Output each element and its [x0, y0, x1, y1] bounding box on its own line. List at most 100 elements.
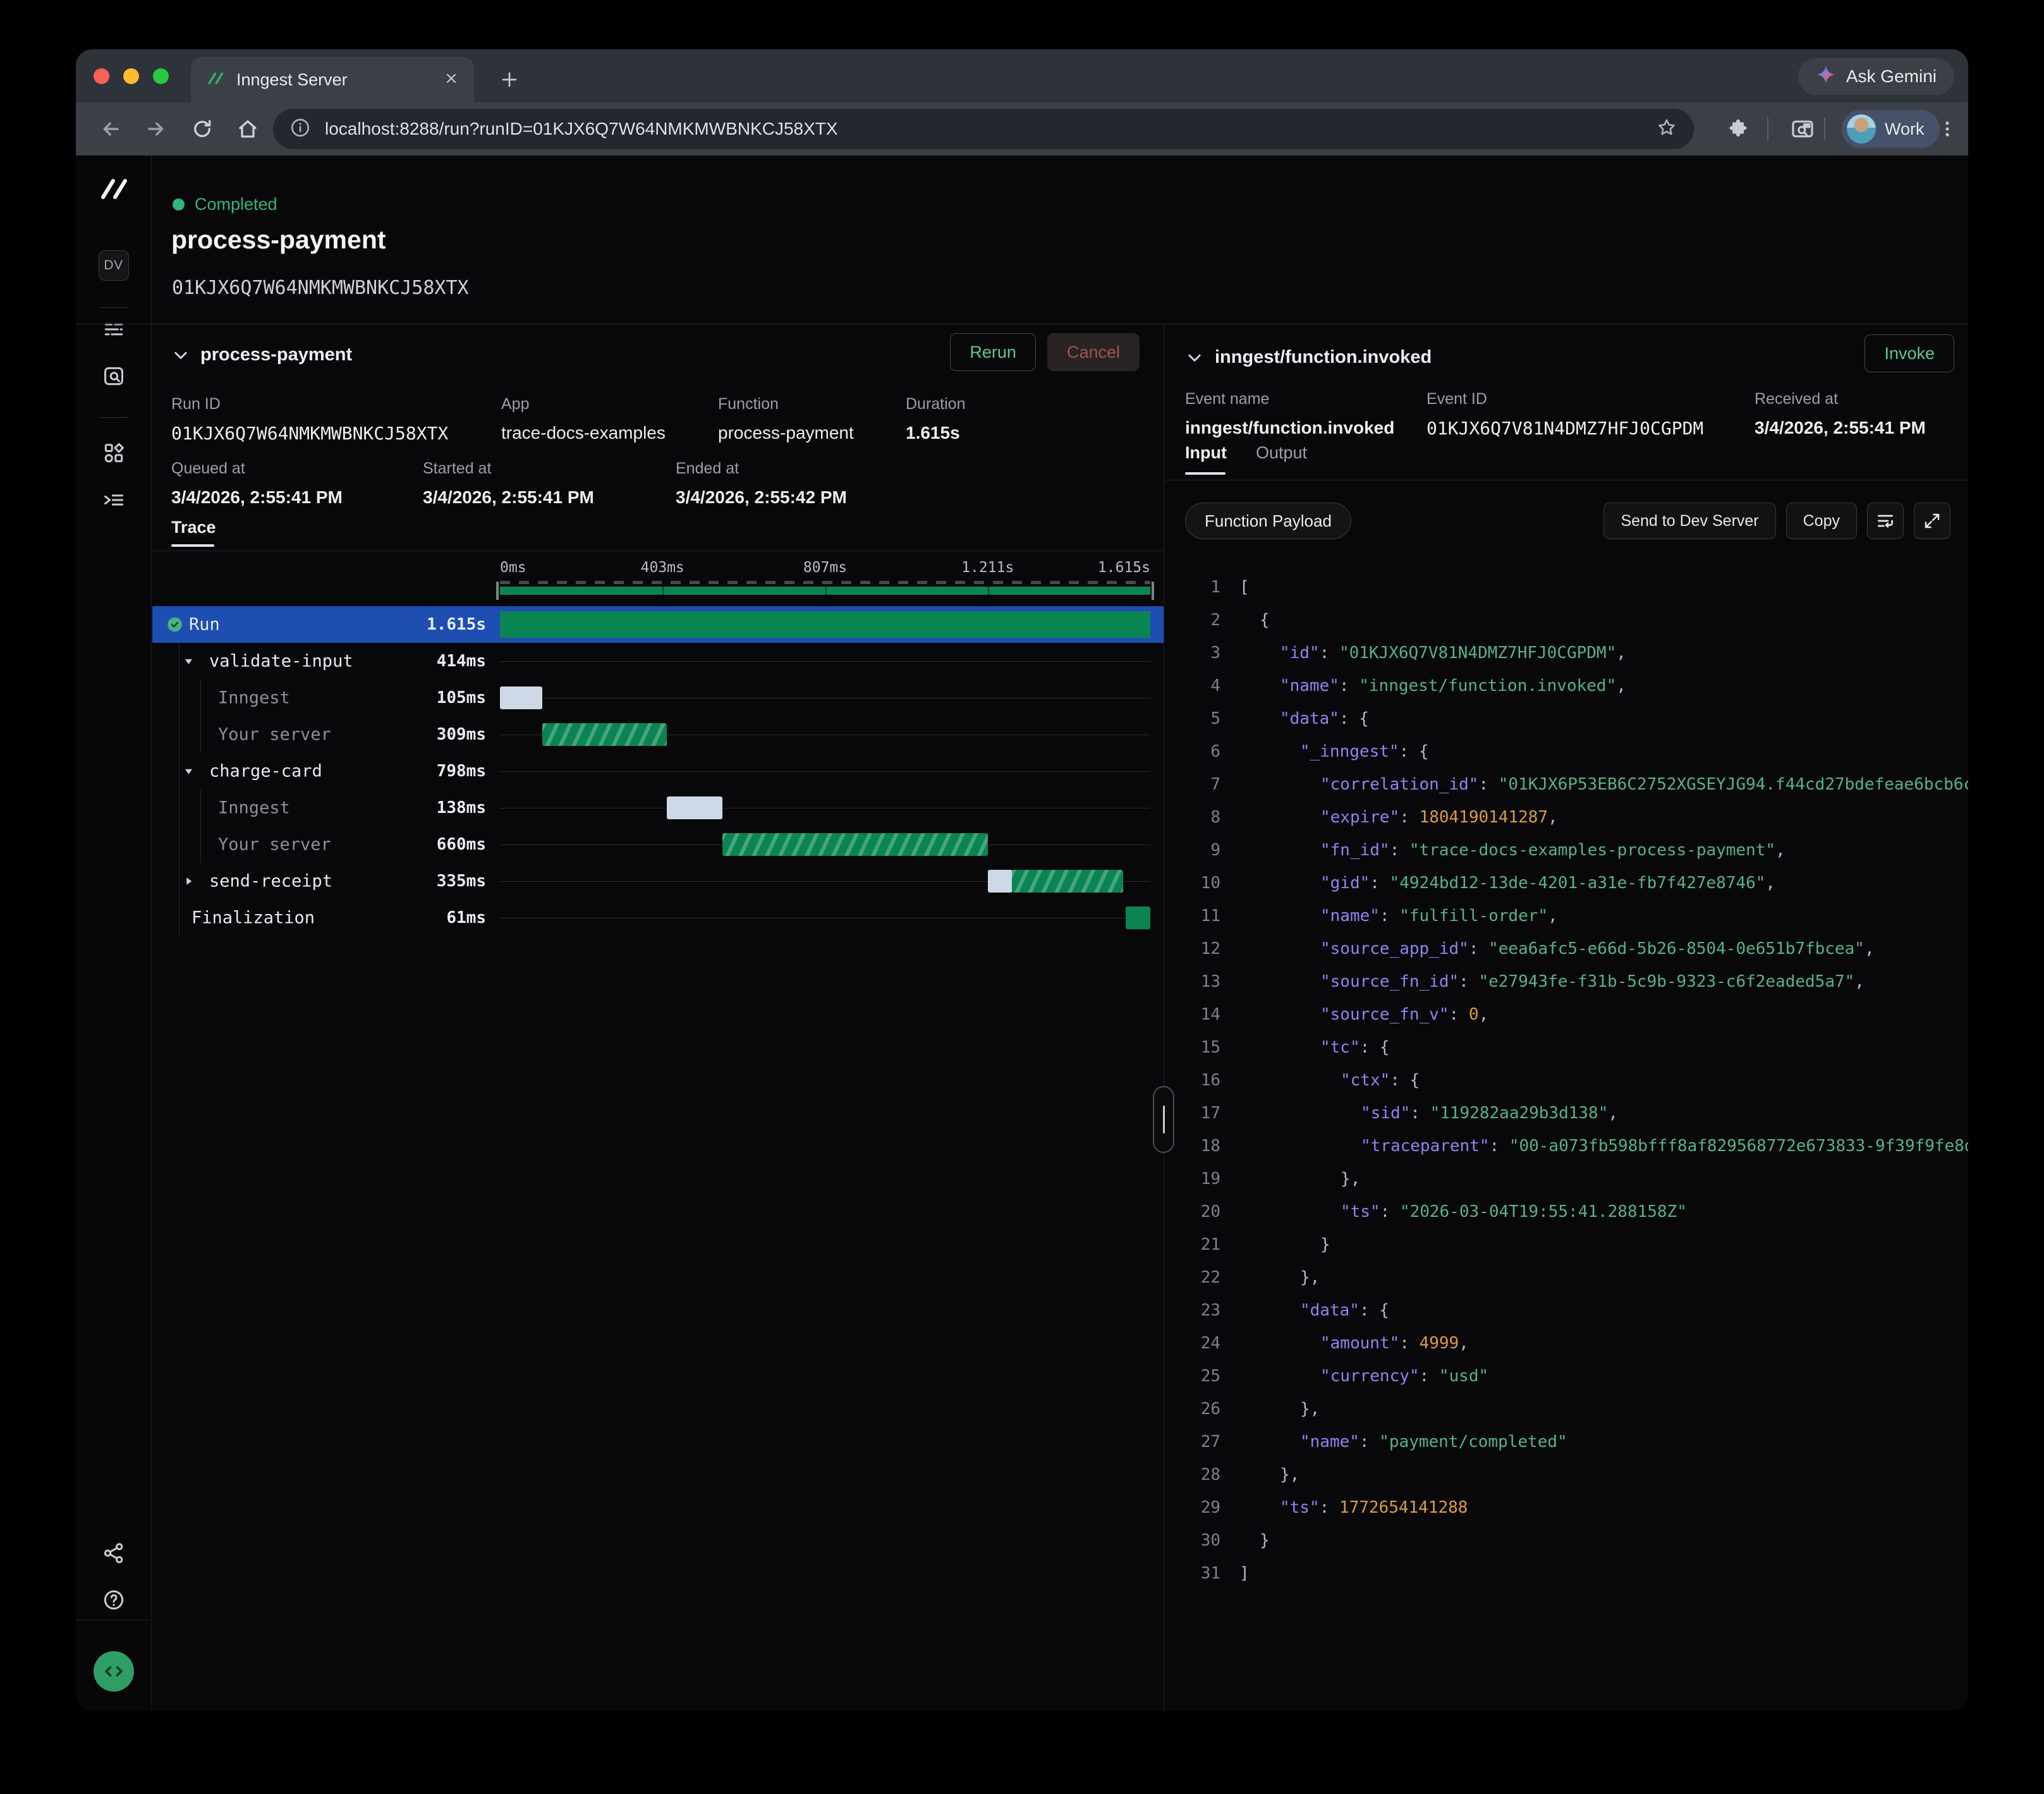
home-icon[interactable]	[236, 118, 259, 140]
run-details-panel: process-payment Rerun Cancel Run ID 01KJ…	[152, 324, 1164, 1711]
tab-trace[interactable]: Trace	[171, 518, 216, 537]
code-line: 1[	[1185, 571, 1968, 604]
run-header: Completed process-payment 01KJX6Q7W64NMK…	[152, 156, 1968, 324]
app-badge[interactable]: DV	[99, 250, 129, 281]
trace-row-inngest[interactable]: Inngest105ms	[152, 680, 1164, 716]
runs-icon[interactable]	[102, 317, 126, 341]
code-line: 19},	[1185, 1162, 1968, 1195]
chevron-right-icon[interactable]	[184, 877, 193, 886]
reload-icon[interactable]	[191, 118, 214, 140]
trace-time-axis: 0ms403ms807ms1.211s1.615s	[500, 557, 1150, 576]
code-line: 30}	[1185, 1524, 1968, 1557]
function-payload-button[interactable]: Function Payload	[1185, 503, 1351, 539]
browser-tab[interactable]: Inngest Server	[191, 57, 474, 102]
collapse-event-icon[interactable]	[1185, 348, 1204, 370]
code-line: 25"currency": "usd"	[1185, 1360, 1968, 1393]
line-number: 29	[1185, 1498, 1220, 1517]
app-sidebar: DV	[76, 156, 152, 1711]
tab-input[interactable]: Input	[1185, 443, 1227, 463]
line-number: 8	[1185, 808, 1220, 827]
axis-tick-label: 403ms	[641, 559, 684, 576]
run-section-title: process-payment	[200, 345, 352, 365]
function-link[interactable]: process-payment	[718, 423, 854, 443]
cancel-button[interactable]: Cancel	[1047, 333, 1140, 371]
trace-step-name: Inngest	[218, 798, 290, 818]
tab-search-icon[interactable]	[1790, 116, 1815, 142]
profile-chip[interactable]: Work	[1842, 110, 1940, 148]
payload-code-editor[interactable]: 1[2{3"id": "01KJX6Q7V81N4DMZ7HFJ0CGPDM",…	[1185, 571, 1968, 1590]
chevron-down-icon[interactable]	[184, 767, 193, 776]
close-window-button[interactable]	[94, 68, 109, 84]
trace-row-run[interactable]: Run1.615s	[152, 606, 1164, 643]
line-number: 20	[1185, 1202, 1220, 1221]
trace-bar	[1012, 870, 1122, 893]
code-line: 10"gid": "4924bd12-13de-4201-a31e-fb7f42…	[1185, 867, 1968, 900]
status-label: Completed	[195, 195, 277, 214]
code-line: 3"id": "01KJX6Q7V81N4DMZ7HFJ0CGPDM",	[1185, 637, 1968, 669]
zoom-window-button[interactable]	[153, 68, 169, 84]
close-tab-icon[interactable]	[444, 71, 459, 89]
new-tab-button[interactable]	[493, 63, 526, 96]
share-feedback-icon[interactable]	[102, 1541, 126, 1565]
apps-icon[interactable]	[102, 441, 126, 465]
back-icon[interactable]	[99, 117, 123, 141]
inngest-logo-icon[interactable]	[97, 176, 130, 202]
line-number: 21	[1185, 1235, 1220, 1254]
browser-toolbar: localhost:8288/run?runID=01KJX6Q7W64NMKM…	[76, 102, 1968, 156]
forward-icon[interactable]	[144, 117, 168, 141]
event-search-icon[interactable]	[102, 364, 126, 388]
help-icon[interactable]	[102, 1588, 126, 1612]
trace-tab-underline	[171, 544, 214, 547]
trace-row-charge-card[interactable]: charge-card798ms	[152, 753, 1164, 790]
site-info-icon[interactable]	[289, 117, 311, 142]
bookmark-star-icon[interactable]	[1656, 117, 1677, 142]
browser-menu-icon[interactable]	[1937, 118, 1958, 140]
line-number: 2	[1185, 611, 1220, 630]
sidebar-divider	[100, 307, 128, 308]
code-line: 13"source_fn_id": "e27943fe-f31b-5c9b-93…	[1185, 965, 1968, 998]
copy-button[interactable]: Copy	[1786, 503, 1857, 539]
trace-row-validate-input[interactable]: validate-input414ms	[152, 643, 1164, 680]
extensions-icon[interactable]	[1727, 118, 1749, 140]
ask-gemini-button[interactable]: Ask Gemini	[1798, 58, 1954, 95]
trace-step-name: Your server	[218, 725, 331, 745]
trace-row-inngest[interactable]: Inngest138ms	[152, 790, 1164, 826]
code-line: 23"data": {	[1185, 1294, 1968, 1327]
send-to-dev-server-button[interactable]: Send to Dev Server	[1603, 503, 1775, 539]
invoke-button[interactable]: Invoke	[1865, 334, 1954, 372]
run-status: Completed	[173, 195, 277, 214]
panel-resize-handle[interactable]	[1153, 1086, 1174, 1153]
url-bar[interactable]: localhost:8288/run?runID=01KJX6Q7W64NMKM…	[273, 109, 1694, 149]
word-wrap-button[interactable]	[1867, 503, 1904, 539]
code-line: 11"name": "fulfill-order",	[1185, 900, 1968, 932]
code-line: 7"correlation_id": "01KJX6P53EB6C2752XGS…	[1185, 768, 1968, 801]
line-number: 18	[1185, 1137, 1220, 1156]
minimize-window-button[interactable]	[123, 68, 139, 84]
field-queued-at: Queued at 3/4/2026, 2:55:41 PM	[171, 460, 343, 508]
code-line: 29"ts": 1772654141288	[1185, 1491, 1968, 1524]
chevron-down-icon[interactable]	[184, 657, 193, 666]
code-line: 5"data": {	[1185, 702, 1968, 735]
dev-server-code-button[interactable]	[94, 1651, 134, 1692]
field-run-id: Run ID 01KJX6Q7W64NMKMWBNKCJ58XTX	[171, 395, 448, 444]
trace-row-your-server[interactable]: Your server309ms	[152, 716, 1164, 753]
trace-row-finalization[interactable]: Finalization61ms	[152, 900, 1164, 936]
collapse-run-icon[interactable]	[171, 346, 190, 368]
check-circle-icon	[166, 616, 183, 633]
terminal-logs-icon[interactable]	[102, 488, 126, 512]
trace-bar-lane	[500, 643, 1150, 680]
trace-step-name: Your server	[218, 835, 331, 855]
line-number: 1	[1185, 578, 1220, 597]
trace-minimap[interactable]	[500, 581, 1150, 595]
expand-button[interactable]	[1914, 503, 1950, 539]
url-text[interactable]: localhost:8288/run?runID=01KJX6Q7W64NMKM…	[325, 119, 1642, 139]
app-link[interactable]: trace-docs-examples	[501, 423, 666, 443]
trace-bar	[1126, 906, 1150, 929]
trace-step-duration: 660ms	[361, 835, 486, 854]
line-number: 10	[1185, 874, 1220, 893]
line-number: 6	[1185, 742, 1220, 761]
tab-output[interactable]: Output	[1256, 443, 1307, 463]
trace-row-send-receipt[interactable]: send-receipt335ms	[152, 863, 1164, 900]
rerun-button[interactable]: Rerun	[950, 333, 1036, 371]
trace-row-your-server[interactable]: Your server 660ms	[152, 826, 1164, 863]
